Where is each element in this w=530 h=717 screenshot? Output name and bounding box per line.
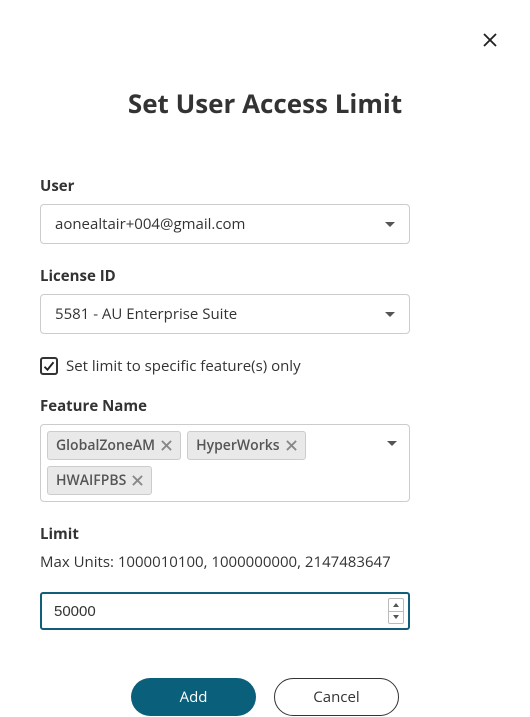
feature-chip-label: HyperWorks (196, 436, 280, 455)
specific-features-checkbox[interactable] (40, 357, 58, 375)
feature-chip-label: GlobalZoneAM (56, 436, 155, 455)
close-icon[interactable] (478, 28, 502, 52)
add-button[interactable]: Add (131, 678, 256, 716)
license-id-dropdown-value: 5581 - AU Enterprise Suite (55, 304, 237, 324)
feature-chip: HWAIFPBS (47, 466, 152, 495)
specific-features-checkbox-label: Set limit to specific feature(s) only (66, 356, 301, 376)
spin-up-button[interactable] (389, 599, 403, 612)
feature-name-multiselect[interactable]: GlobalZoneAM HyperWorks HWAIFPBS (40, 424, 410, 502)
limit-label: Limit (40, 524, 490, 544)
user-label: User (40, 176, 490, 196)
chevron-down-icon (385, 312, 395, 317)
number-spinner (388, 598, 404, 624)
user-dropdown[interactable]: aonealtair+004@gmail.com (40, 204, 410, 244)
license-id-label: License ID (40, 266, 490, 286)
max-units-text: Max Units: 1000010100, 1000000000, 21474… (40, 552, 490, 572)
user-dropdown-value: aonealtair+004@gmail.com (55, 214, 245, 234)
remove-chip-icon[interactable] (161, 440, 172, 451)
feature-chip: GlobalZoneAM (47, 431, 181, 460)
chevron-up-icon (393, 603, 399, 607)
dialog-title: Set User Access Limit (40, 85, 490, 121)
spin-down-button[interactable] (389, 612, 403, 624)
cancel-button[interactable]: Cancel (274, 678, 399, 716)
feature-chip: HyperWorks (187, 431, 306, 460)
feature-chip-label: HWAIFPBS (56, 471, 126, 490)
chevron-down-icon (385, 222, 395, 227)
set-user-access-limit-dialog: Set User Access Limit User aonealtair+00… (0, 0, 530, 717)
license-id-dropdown[interactable]: 5581 - AU Enterprise Suite (40, 294, 410, 334)
limit-input-wrap (40, 592, 410, 630)
limit-input[interactable] (42, 594, 408, 628)
remove-chip-icon[interactable] (286, 440, 297, 451)
remove-chip-icon[interactable] (132, 475, 143, 486)
feature-name-label: Feature Name (40, 396, 490, 416)
chevron-down-icon (393, 615, 399, 619)
chevron-down-icon (387, 441, 397, 446)
